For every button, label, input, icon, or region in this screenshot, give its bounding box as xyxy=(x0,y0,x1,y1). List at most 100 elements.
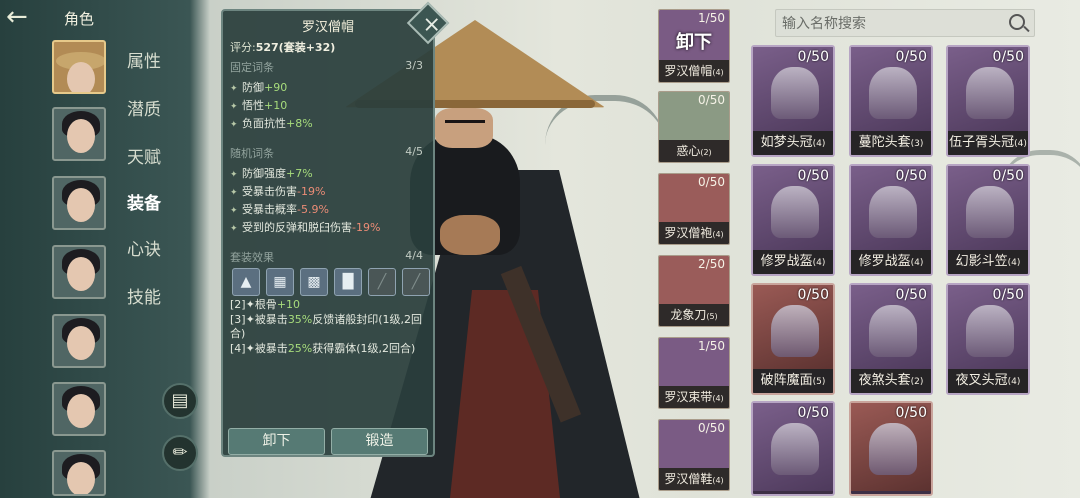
item-name: 伍子胥头冠(4) xyxy=(948,131,1028,155)
helmet-icon xyxy=(771,67,819,119)
item-count: 0/50 xyxy=(992,287,1024,303)
character-portrait[interactable] xyxy=(52,40,106,94)
helmet-icon xyxy=(869,305,917,357)
menu-equipment[interactable]: 装备 xyxy=(127,189,161,214)
item-count: 0/50 xyxy=(797,49,829,65)
item-name: 幻影斗笠(4) xyxy=(948,250,1028,274)
helmet-icon xyxy=(966,305,1014,357)
search-box xyxy=(775,9,1035,37)
character-portrait[interactable] xyxy=(52,107,106,161)
unequip-overlay: 卸下 xyxy=(676,32,712,53)
arrow-left-icon[interactable]: ← xyxy=(6,4,50,32)
boot-icon[interactable]: █ xyxy=(334,268,362,296)
equipped-slot-hat[interactable]: 1/50 卸下 罗汉僧帽(4) xyxy=(658,9,730,83)
item-count: 1/50 xyxy=(698,339,725,353)
score-label: 评分: xyxy=(230,41,256,54)
inventory-item[interactable]: 0/50 夜煞头套(2) xyxy=(849,283,933,395)
item-count: 0/50 xyxy=(698,93,725,107)
inventory-item[interactable]: 0/50 幻影斗笠(4) xyxy=(946,164,1030,276)
fixed-stats-count: 3/3 xyxy=(405,59,423,72)
fixed-stats-label: 固定词条 xyxy=(230,61,274,74)
belt-icon[interactable]: ▩ xyxy=(300,268,328,296)
menu-potential[interactable]: 潜质 xyxy=(127,95,161,120)
random-stats-count: 4/5 xyxy=(405,145,423,158)
item-count: 0/50 xyxy=(698,421,725,435)
close-icon: × xyxy=(422,12,441,38)
inventory-item[interactable]: 0/50 如梦头冠(4) xyxy=(751,45,835,157)
weapon-icon[interactable]: ╱ xyxy=(368,268,396,296)
helmet-icon xyxy=(966,67,1014,119)
random-stat: 受到的反弹和脱臼伤害-19% xyxy=(230,219,380,235)
character-portrait[interactable] xyxy=(52,450,106,496)
character-hand xyxy=(440,215,500,255)
broom-icon[interactable]: ✏ xyxy=(162,435,198,471)
item-count: 0/50 xyxy=(895,405,927,421)
weapon-icon[interactable]: ╱ xyxy=(402,268,430,296)
inventory-item[interactable]: 0/50 破阵魔面(5) xyxy=(751,283,835,395)
helmet-icon xyxy=(771,423,819,475)
fixed-stat: 悟性+10 xyxy=(230,97,287,113)
random-stats-label: 随机词条 xyxy=(230,147,274,160)
set-effect: [3]✦被暴击35%反馈诸般封印(1级,2回合) xyxy=(230,313,423,340)
random-stat: 受暴击伤害-19% xyxy=(230,183,325,199)
item-name: 修罗战盔(4) xyxy=(851,250,931,274)
item-title: 罗汉僧帽 xyxy=(301,20,354,35)
search-icon[interactable] xyxy=(1009,14,1025,30)
set-effects-label: 套装效果 xyxy=(230,251,274,264)
character-portrait[interactable] xyxy=(52,245,106,299)
hat-icon[interactable]: ▲ xyxy=(232,268,260,296)
set-effect: [4]✦被暴击25%获得霸体(1级,2回合) xyxy=(230,342,416,355)
armor-icon[interactable]: ▤ xyxy=(162,383,198,419)
menu-talent[interactable]: 天赋 xyxy=(127,143,161,168)
equipped-slot-accessory[interactable]: 0/50 惑心(2) xyxy=(658,91,730,163)
item-count: 0/50 xyxy=(797,405,829,421)
item-name: 罗汉僧袍(4) xyxy=(659,222,729,244)
item-name: 蔓陀头套(3) xyxy=(851,131,931,155)
helmet-icon xyxy=(869,423,917,475)
item-count: 2/50 xyxy=(698,257,725,271)
item-count: 0/50 xyxy=(992,168,1024,184)
item-count: 0/50 xyxy=(797,287,829,303)
item-count: 0/50 xyxy=(698,175,725,189)
character-face xyxy=(435,108,493,148)
helmet-icon xyxy=(869,67,917,119)
inventory-item[interactable]: 0/50 夜叉头冠(4) xyxy=(946,283,1030,395)
forge-button[interactable]: 锻造 xyxy=(331,428,428,455)
random-stat: 受暴击概率-5.9% xyxy=(230,201,329,217)
menu-attributes[interactable]: 属性 xyxy=(127,47,161,72)
menu-skills[interactable]: 技能 xyxy=(127,283,161,308)
inventory-item[interactable]: 0/50 修罗战盔(4) xyxy=(849,164,933,276)
item-score: 评分:527(套装+32) xyxy=(230,39,335,55)
unequip-button[interactable]: 卸下 xyxy=(228,428,325,455)
set-effects-count: 4/4 xyxy=(405,249,423,262)
inventory-item[interactable]: 0/50 伍子胥头冠(4) xyxy=(946,45,1030,157)
score-value: 527(套装+32) xyxy=(255,41,336,54)
equipped-slot-weapon[interactable]: 2/50 龙象刀(5) xyxy=(658,255,730,327)
item-name: 如梦头冠(4) xyxy=(753,131,833,155)
item-detail-panel: 罗汉僧帽 × 评分:527(套装+32) 固定词条 3/3 防御+90 悟性+1… xyxy=(221,1,450,457)
item-count: 0/50 xyxy=(992,49,1024,65)
fixed-stat: 负面抗性+8% xyxy=(230,115,313,131)
fixed-stat: 防御+90 xyxy=(230,79,287,95)
item-count: 0/50 xyxy=(895,49,927,65)
item-name: 罗汉僧帽(4) xyxy=(659,60,729,82)
inventory-item[interactable]: 0/50 xyxy=(849,401,933,496)
menu-mind-art[interactable]: 心诀 xyxy=(127,235,161,260)
character-portrait[interactable] xyxy=(52,382,106,436)
page-title: 角色 xyxy=(64,10,95,28)
search-input[interactable] xyxy=(782,13,1002,35)
inventory-item[interactable]: 0/50 xyxy=(751,401,835,496)
set-effect: [2]✦根骨+10 xyxy=(230,298,301,311)
inventory-item[interactable]: 0/50 修罗战盔(4) xyxy=(751,164,835,276)
inventory-item[interactable]: 0/50 蔓陀头套(3) xyxy=(849,45,933,157)
equipped-slot-shoes[interactable]: 0/50 罗汉僧鞋(4) xyxy=(658,419,730,491)
character-portrait[interactable] xyxy=(52,314,106,368)
item-name: 修罗战盔(4) xyxy=(753,250,833,274)
equipped-slot-robe[interactable]: 0/50 罗汉僧袍(4) xyxy=(658,173,730,245)
armor-icon[interactable]: ▦ xyxy=(266,268,294,296)
item-name: 夜叉头冠(4) xyxy=(948,369,1028,393)
helmet-icon xyxy=(771,305,819,357)
character-portrait[interactable] xyxy=(52,176,106,230)
equipped-slot-belt[interactable]: 1/50 罗汉束带(4) xyxy=(658,337,730,409)
item-name: 破阵魔面(5) xyxy=(753,369,833,393)
